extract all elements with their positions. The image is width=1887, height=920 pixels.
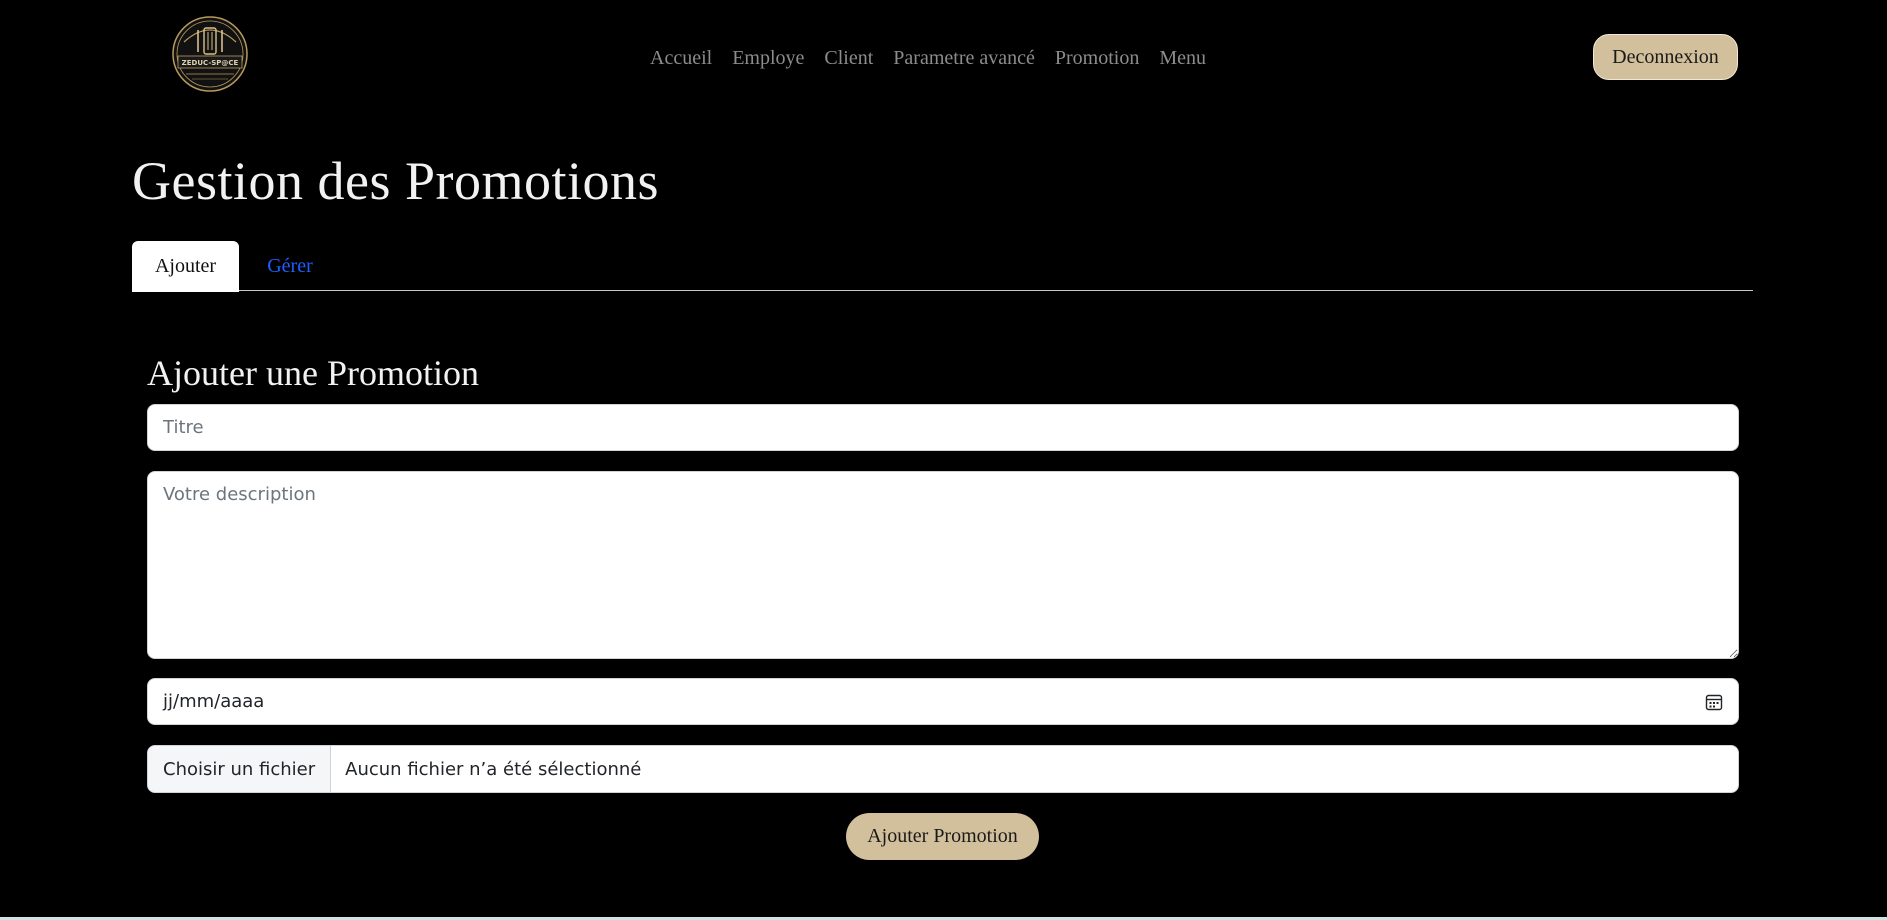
nav-link-parametre-avance[interactable]: Parametre avancé (883, 44, 1045, 72)
file-status-text: Aucun fichier n’a été sélectionné (345, 758, 642, 780)
restaurant-cutlery-emblem-icon: ZEDUC-SP@CE (172, 16, 248, 92)
date-input[interactable]: jj/mm/aaaa (147, 678, 1739, 725)
calendar-icon[interactable] (1705, 693, 1723, 711)
page-title: Gestion des Promotions (132, 151, 660, 211)
page-background: ZEDUC-SP@CE Accueil Employe Client Param… (0, 0, 1887, 917)
date-placeholder: jj/mm/aaaa (163, 691, 265, 712)
file-input: Choisir un fichier Aucun fichier n’a été… (147, 745, 1739, 793)
logout-button[interactable]: Deconnexion (1593, 34, 1738, 80)
site-logo[interactable]: ZEDUC-SP@CE (164, 14, 256, 94)
tab-gerer[interactable]: Gérer (244, 241, 336, 292)
choose-file-button[interactable]: Choisir un fichier (148, 746, 332, 792)
title-input[interactable] (147, 404, 1739, 451)
nav-link-client[interactable]: Client (814, 44, 883, 72)
nav-link-menu[interactable]: Menu (1149, 44, 1216, 72)
nav-link-promotion[interactable]: Promotion (1045, 44, 1149, 72)
tab-ajouter[interactable]: Ajouter (132, 241, 239, 292)
nav-link-employe[interactable]: Employe (722, 44, 814, 72)
main-nav: Accueil Employe Client Parametre avancé … (640, 44, 1216, 72)
svg-text:ZEDUC-SP@CE: ZEDUC-SP@CE (182, 59, 239, 67)
form-heading: Ajouter une Promotion (147, 353, 479, 393)
tab-bar: Ajouter Gérer (132, 241, 1753, 292)
nav-link-accueil[interactable]: Accueil (640, 44, 722, 72)
add-promotion-button[interactable]: Ajouter Promotion (846, 813, 1039, 860)
description-textarea[interactable] (147, 471, 1739, 659)
